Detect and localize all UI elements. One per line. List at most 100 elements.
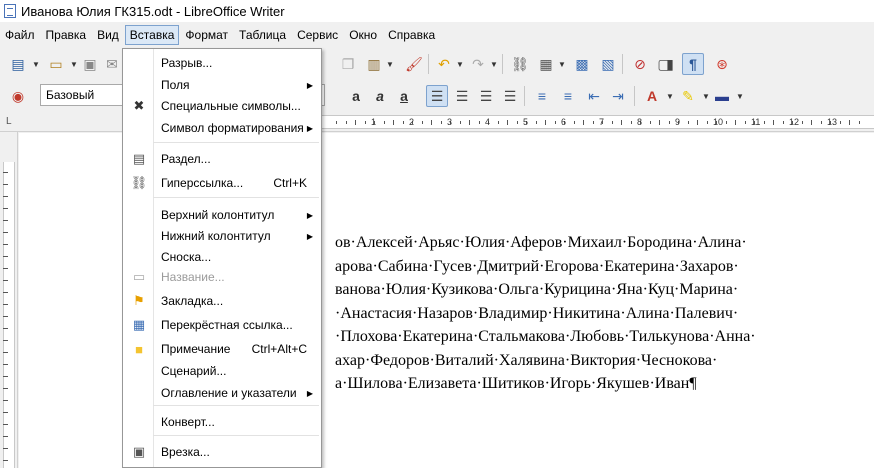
table-dropdown-arrow[interactable]: ▼ (558, 60, 566, 69)
menu-item-indexes-tables[interactable]: Оглавление и указатели ▶ (123, 382, 321, 404)
numbering-icon[interactable]: ≡ (532, 86, 552, 106)
menu-tools[interactable]: Сервис (292, 25, 343, 45)
ruler-tick (478, 121, 480, 124)
submenu-arrow-icon: ▶ (306, 210, 313, 220)
align-center-icon[interactable]: ☰ (452, 86, 472, 106)
ruler-tick (839, 121, 841, 124)
document-line[interactable]: ·Плохова·Екатерина·Стальмакова·Любовь·Ти… (335, 325, 756, 349)
ruler-tick (469, 120, 470, 125)
new-dropdown-arrow[interactable]: ▼ (32, 60, 40, 69)
align-right-icon[interactable]: ☰ (476, 86, 496, 106)
vertical-ruler-tick (3, 268, 8, 269)
document-line[interactable]: ванова·Юлия·Кузикова·Ольга·Курицина·Яна·… (335, 278, 738, 302)
menu-help[interactable]: Справка (383, 25, 440, 45)
styles-icon[interactable]: ◉ (8, 86, 28, 106)
decrease-indent-icon[interactable]: ⇤ (584, 86, 604, 106)
title-bar: Иванова Юлия ГК315.odt - LibreOffice Wri… (0, 0, 874, 22)
menu-item-bookmark[interactable]: ⚑ Закладка... (123, 290, 321, 312)
ruler-tick (773, 120, 774, 125)
formatting-marks-icon[interactable]: ¶ (682, 53, 704, 75)
menu-item-section[interactable]: ▤ Раздел... (123, 148, 321, 170)
menu-item-envelope[interactable]: Конверт... (123, 411, 321, 433)
hyperlink-toolbar-icon[interactable]: ⛓ (510, 54, 530, 74)
frame-icon: ▣ (132, 444, 146, 459)
paste-dropdown-arrow[interactable]: ▼ (386, 60, 394, 69)
document-line[interactable]: ов·Алексей·Арьяс·Юлия·Аферов·Михаил·Боро… (335, 231, 747, 255)
justify-icon[interactable]: ☰ (500, 86, 520, 106)
menu-item-hyperlink[interactable]: ⛓ Гиперссылка... Ctrl+K (123, 172, 321, 194)
data-sources-icon[interactable]: ▮ (660, 54, 680, 74)
menu-window[interactable]: Окно (344, 25, 382, 45)
ruler-tick (697, 120, 698, 125)
menu-item-comment[interactable]: ■ Примечание Ctrl+Alt+C (123, 338, 321, 360)
email-icon[interactable]: ✉ (102, 54, 122, 74)
bullets-icon[interactable]: ≡ (558, 86, 578, 106)
menu-insert[interactable]: Вставка (124, 25, 180, 45)
tab-stop-icon[interactable]: L (6, 116, 12, 127)
background-dropdown-arrow[interactable]: ▼ (736, 92, 744, 101)
vertical-ruler-tick (3, 196, 8, 197)
menu-separator (153, 197, 319, 198)
new-document-icon[interactable]: ▤ (8, 54, 28, 74)
document-line[interactable]: ахар·Федоров·Виталий·Халявина·Виктория·Ч… (335, 349, 717, 373)
bold-icon[interactable]: a (346, 86, 366, 106)
vertical-ruler-tick (3, 448, 8, 449)
menu-item-fields[interactable]: Поля ▶ (123, 74, 321, 96)
toolbar-separator (634, 86, 635, 106)
font-color-dropdown-arrow[interactable]: ▼ (666, 92, 674, 101)
menu-item-formatting-mark[interactable]: Символ форматирования ▶ (123, 117, 321, 139)
open-dropdown-arrow[interactable]: ▼ (70, 60, 78, 69)
menu-item-footnote[interactable]: Сноска... (123, 246, 321, 268)
menu-format[interactable]: Формат (180, 25, 233, 45)
chart-icon[interactable]: ▧ (598, 54, 618, 74)
ruler-strip: 1 2 3 4 5 6 7 8 9 10 11 12 13 (322, 115, 874, 129)
menu-table[interactable]: Таблица (234, 25, 291, 45)
italic-icon[interactable]: a (370, 86, 390, 106)
menu-file[interactable]: Файл (0, 25, 40, 45)
undo-icon[interactable]: ↶ (434, 54, 454, 74)
menu-item-label: Поля (161, 78, 190, 92)
undo-dropdown-arrow[interactable]: ▼ (456, 60, 464, 69)
document-line[interactable]: а·Шилова·Елизавета·Шитиков·Игорь·Якушев·… (335, 372, 697, 396)
menu-item-cross-reference[interactable]: ▦ Перекрёстная ссылка... (123, 314, 321, 336)
menu-item-label: Конверт... (161, 415, 215, 429)
menu-item-script[interactable]: Сценарий... (123, 360, 321, 382)
menu-item-label: Врезка... (161, 445, 210, 459)
menu-item-break[interactable]: Разрыв... (123, 52, 321, 74)
menu-item-special-characters[interactable]: ✖ Специальные символы... (123, 95, 321, 117)
copy-icon[interactable]: ❐ (338, 54, 358, 74)
ruler-tick (706, 121, 708, 124)
help-icon[interactable]: ⊛ (712, 54, 732, 74)
increase-indent-icon[interactable]: ⇥ (608, 86, 628, 106)
ruler-number: 5 (523, 117, 529, 127)
ruler-tick (336, 121, 337, 124)
table-icon[interactable]: ▦ (536, 54, 556, 74)
navigator-icon[interactable]: ⊘ (630, 54, 650, 74)
background-color-icon[interactable]: ▬ (712, 86, 732, 106)
document-line[interactable]: арова·Сабина·Гусев·Дмитрий·Егорова·Екате… (335, 255, 739, 279)
save-icon[interactable]: ▣ (80, 54, 100, 74)
ruler-tick (554, 121, 556, 124)
redo-icon[interactable]: ↷ (468, 54, 488, 74)
menu-item-footer[interactable]: Нижний колонтитул ▶ (123, 225, 321, 247)
vertical-ruler[interactable] (0, 132, 18, 468)
menu-view[interactable]: Вид (92, 25, 124, 45)
font-color-icon[interactable]: A (642, 86, 662, 106)
highlighting-icon[interactable]: ✎ (678, 86, 698, 106)
clone-formatting-icon[interactable]: 🖌 (404, 54, 424, 74)
highlighting-dropdown-arrow[interactable]: ▼ (702, 92, 710, 101)
toolbar-separator (428, 54, 429, 74)
menu-edit[interactable]: Правка (41, 25, 92, 45)
align-left-icon[interactable]: ☰ (426, 85, 448, 107)
underline-icon[interactable]: a (394, 86, 414, 106)
menu-item-header[interactable]: Верхний колонтитул ▶ (123, 204, 321, 226)
paste-icon[interactable]: ▥ (364, 54, 384, 74)
document-line[interactable]: ·Анастасия·Назаров·Владимир·Никитина·Али… (335, 302, 738, 326)
caption-icon: ▭ (132, 269, 146, 284)
ruler-number: 6 (561, 117, 567, 127)
image-icon[interactable]: ▩ (572, 54, 592, 74)
redo-dropdown-arrow[interactable]: ▼ (490, 60, 498, 69)
menu-item-frame[interactable]: ▣ Врезка... (123, 441, 321, 463)
ruler-tick (811, 120, 812, 125)
open-folder-icon[interactable]: ▭ (46, 54, 66, 74)
